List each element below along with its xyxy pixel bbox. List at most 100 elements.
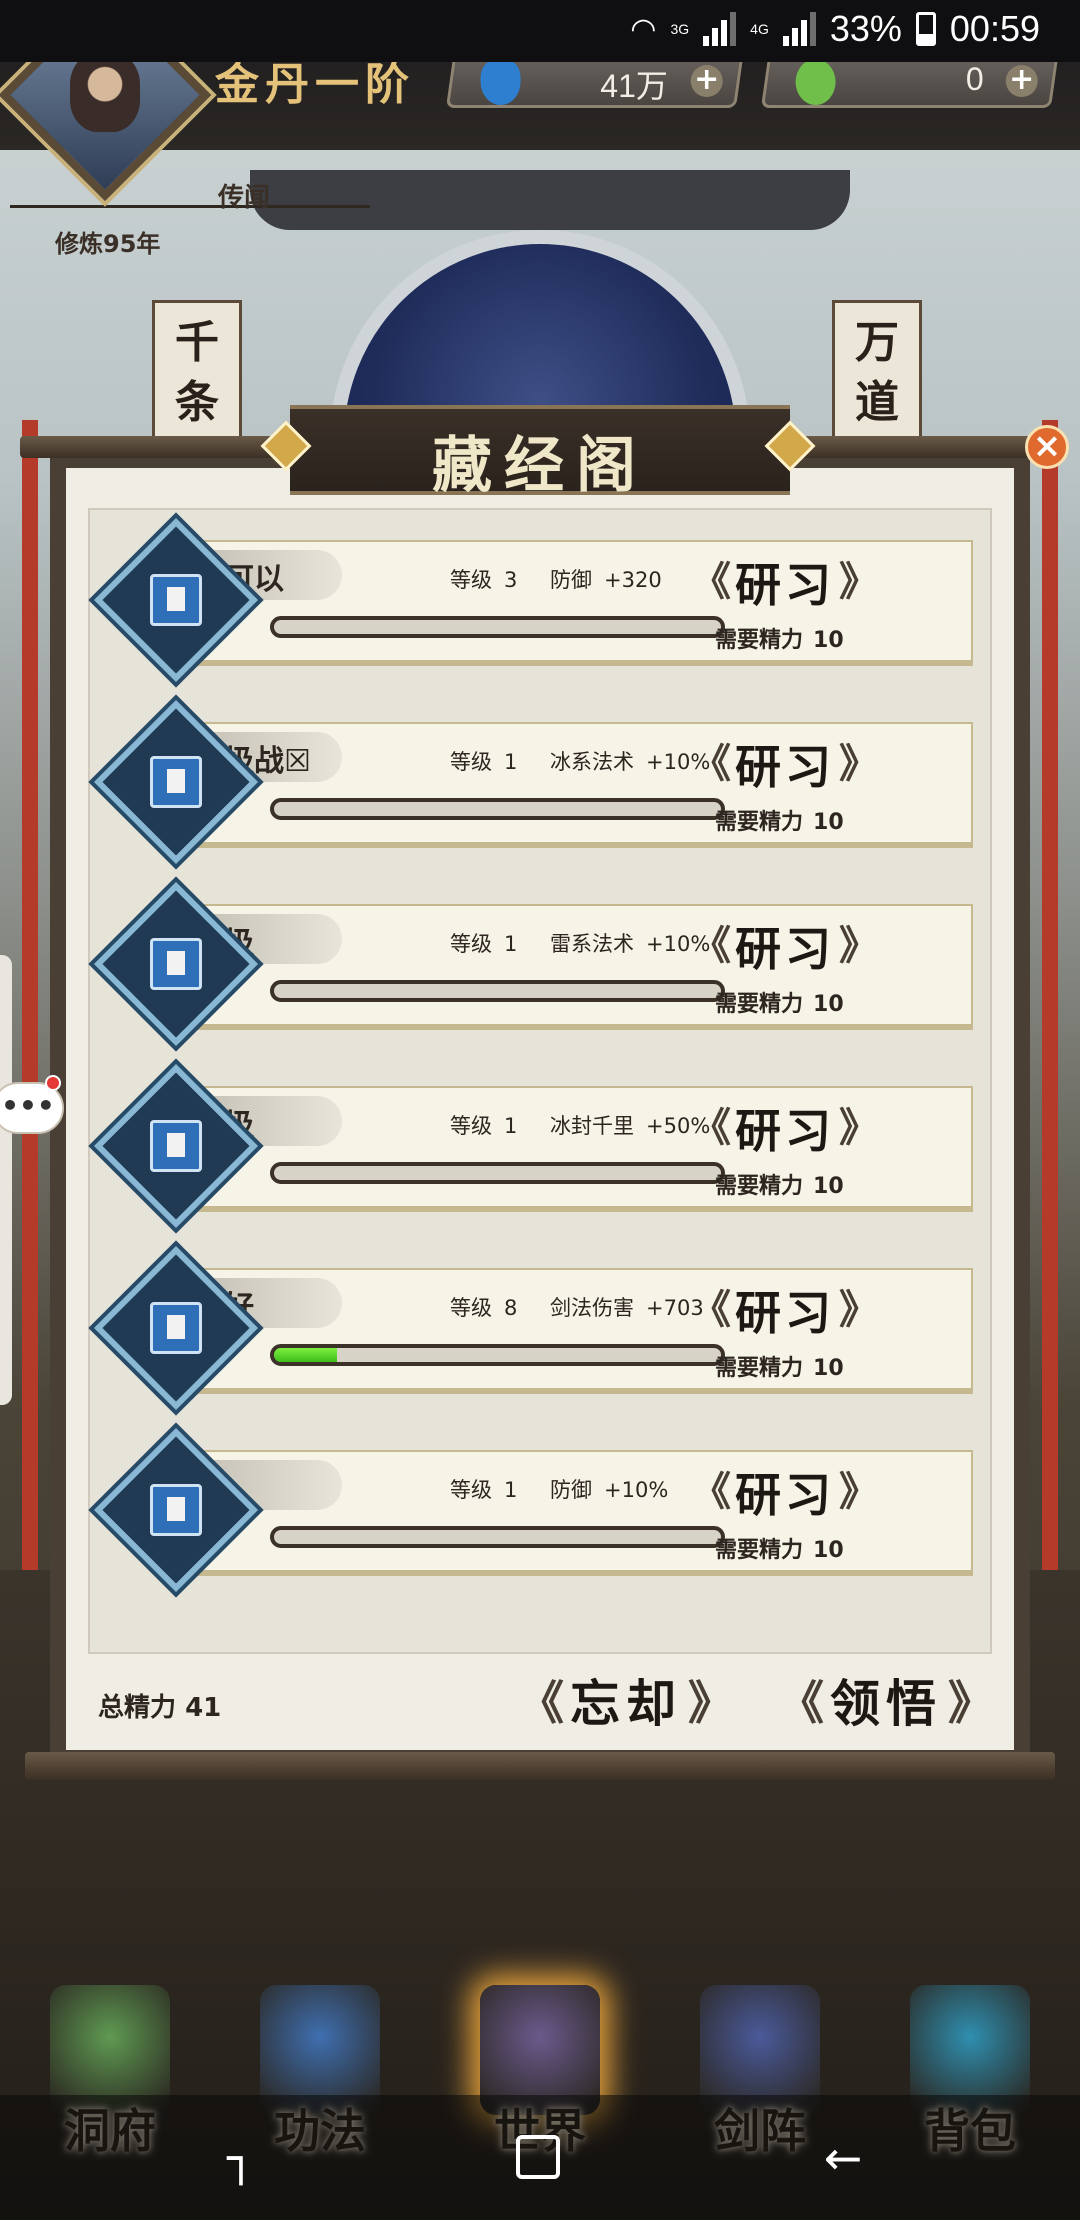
skill-progress-fill	[274, 1348, 337, 1362]
effect-name: 雷系法术	[550, 932, 634, 956]
skill-row: 垃圾 等级1 冰封千里+50% 《 研习 》 需要精力10	[168, 1086, 973, 1212]
cultivation-years: 修炼95年	[55, 230, 161, 258]
chevron-left-icon: 《	[691, 1287, 731, 1333]
panel-title-plaque: 藏经阁	[290, 405, 790, 501]
skill-row: 还可以 等级 3 防御 +320 《 研习 》 需要精力 10	[168, 540, 973, 666]
battery-icon	[915, 12, 936, 46]
effect-value: +320	[604, 568, 662, 592]
energy-cost: 需要精力 10	[715, 1532, 844, 1564]
add-crystal-button[interactable]: +	[690, 62, 723, 97]
level-label: 等级	[450, 1478, 492, 1502]
skill-row: 垃圾 等级1 雷系法术+10% 《 研习 》 需要精力10	[168, 904, 973, 1030]
cost-value: 10	[813, 1174, 844, 1199]
chevron-left-icon: 《	[691, 1469, 731, 1515]
forget-button[interactable]: 《 忘却 》	[518, 1668, 734, 1733]
close-x-icon: ×	[1032, 426, 1062, 466]
skill-progress-bar	[270, 1162, 725, 1184]
book-icon	[150, 1120, 202, 1172]
study-button[interactable]: 《 研习 》	[680, 1100, 890, 1158]
level-label: 等级	[450, 1296, 492, 1320]
skill-progress-bar	[270, 980, 725, 1002]
effect-value: +10%	[604, 1478, 669, 1502]
legend-label[interactable]: 传闻	[218, 177, 270, 214]
skill-progress-bar	[270, 1344, 725, 1366]
back-arrow-icon[interactable]: ←	[818, 2133, 868, 2183]
cost-value: 10	[813, 992, 844, 1017]
study-button[interactable]: 《 研习 》	[680, 1282, 890, 1340]
side-drawer-tab[interactable]	[0, 955, 12, 1405]
cost-label: 需要精力	[715, 1174, 804, 1199]
comprehend-button[interactable]: 《 领悟 》	[778, 1668, 994, 1733]
chevron-right-icon: 》	[839, 923, 879, 969]
energy-cost: 需要精力 10	[715, 622, 844, 654]
total-energy-label: 总精力	[98, 1693, 177, 1723]
legend-divider	[10, 205, 370, 208]
level-value: 1	[504, 1478, 518, 1502]
level-value: 1	[504, 750, 518, 774]
level-value: 1	[504, 1114, 518, 1138]
cost-label: 需要精力	[715, 992, 804, 1017]
book-icon	[150, 756, 202, 808]
study-label: 研习	[735, 1286, 835, 1340]
cost-label: 需要精力	[715, 810, 804, 835]
pavilion-roof	[250, 170, 850, 230]
recents-icon[interactable]: ┐	[216, 2133, 266, 2183]
chevron-right-icon: 》	[839, 1469, 879, 1515]
book-icon	[150, 1302, 202, 1354]
add-jade-button[interactable]: +	[1005, 62, 1038, 97]
clock: 00:59	[949, 8, 1040, 49]
cost-value: 10	[813, 1538, 844, 1563]
skill-effect: 防御 +10%	[550, 1474, 668, 1504]
level-label: 等级	[450, 750, 492, 774]
signal-icon	[703, 12, 737, 46]
energy-cost: 需要精力 10	[715, 1168, 844, 1200]
chevron-right-icon: 》	[948, 1676, 994, 1730]
level-label: 等级	[450, 932, 492, 956]
skill-level: 等级 1	[450, 1474, 517, 1504]
level-value: 8	[504, 1296, 518, 1320]
wifi-icon: ◠	[630, 12, 657, 46]
network-type-3g: 3G	[670, 21, 690, 37]
cost-label: 需要精力	[715, 628, 804, 653]
status-bar: ◠ 3G 4G 33% 00:59	[0, 0, 1080, 62]
system-navigation-bar: ┐ ←	[0, 2095, 1080, 2220]
cost-label: 需要精力	[715, 1538, 804, 1563]
scroll-bottom-rod	[25, 1752, 1055, 1780]
study-label: 研习	[735, 558, 835, 612]
energy-cost: 需要精力 10	[715, 986, 844, 1018]
book-icon	[150, 574, 202, 626]
right-hanging-banner: 万道	[832, 300, 922, 440]
chevron-right-icon: 》	[839, 1105, 879, 1151]
avatar-portrait	[70, 52, 140, 133]
study-button[interactable]: 《 研习 》	[680, 736, 890, 794]
skill-row: 挺好 等级8 剑法伤害+703 《 研习 》 需要精力10	[168, 1268, 973, 1394]
chevron-left-icon: 《	[691, 923, 731, 969]
level-value: 3	[504, 568, 518, 592]
study-label: 研习	[735, 1104, 835, 1158]
cost-value: 10	[813, 810, 844, 835]
effect-name: 冰系法术	[550, 750, 634, 774]
cost-value: 10	[813, 1356, 844, 1381]
skill-level: 等级 1	[450, 928, 517, 958]
study-label: 研习	[735, 1468, 835, 1522]
skill-row: ，，， 等级1 防御+10% 《 研习 》 需要精力10	[168, 1450, 973, 1576]
skill-progress-bar	[270, 1526, 725, 1548]
total-energy-value: 41	[185, 1693, 222, 1723]
book-icon	[150, 1484, 202, 1536]
close-button[interactable]: ×	[1025, 425, 1069, 469]
chevron-left-icon: 《	[691, 559, 731, 605]
study-button[interactable]: 《 研习 》	[680, 1464, 890, 1522]
home-icon[interactable]	[516, 2135, 560, 2179]
blue-crystal-icon	[480, 59, 521, 105]
chevron-left-icon: 《	[691, 741, 731, 787]
jade-amount: 0	[966, 61, 984, 97]
level-label: 等级	[450, 1114, 492, 1138]
crystal-amount: 41万	[600, 68, 669, 104]
study-button[interactable]: 《 研习 》	[680, 918, 890, 976]
chevron-right-icon: 》	[839, 1287, 879, 1333]
panel-title: 藏经阁	[432, 431, 648, 501]
study-button[interactable]: 《 研习 》	[680, 554, 890, 612]
skill-level: 等级 1	[450, 1110, 517, 1140]
chevron-left-icon: 《	[518, 1676, 564, 1730]
skill-row: 垃圾战☒ 等级 1 冰系法术 +10% 《 研习 》 需要精力 10	[168, 722, 973, 848]
